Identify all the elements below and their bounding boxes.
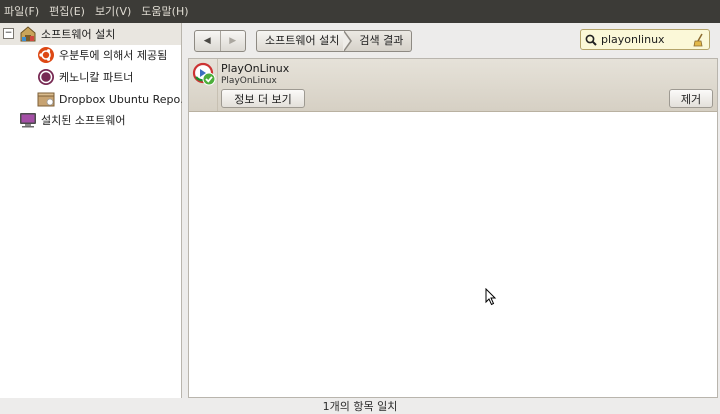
sidebar-item-dropbox-repo[interactable]: Dropbox Ubuntu Repo… <box>37 88 191 110</box>
status-text: 1개의 항목 일치 <box>322 399 398 413</box>
menu-view[interactable]: 보기(V) <box>90 0 136 23</box>
repository-box-icon <box>37 92 55 107</box>
sidebar-item-label: 소프트웨어 설치 <box>41 28 116 41</box>
clear-broom-icon[interactable] <box>693 33 705 47</box>
computer-icon <box>20 113 36 128</box>
app-name: PlayOnLinux <box>221 62 290 75</box>
status-bar: 1개의 항목 일치 <box>0 398 720 413</box>
search-value: playonlinux <box>601 33 665 46</box>
breadcrumb: 소프트웨어 설치 검색 결과 <box>256 30 413 52</box>
results-list: PlayOnLinux PlayOnLinux 정보 더 보기 제거 <box>188 58 718 398</box>
app-summary: PlayOnLinux <box>221 76 277 86</box>
sidebar-item-label: 케노니칼 파트너 <box>59 71 134 84</box>
sidebar-item-label: 설치된 소프트웨어 <box>41 114 126 127</box>
sidebar-item-ubuntu-provided[interactable]: 우분투에 의해서 제공됨 <box>37 44 167 66</box>
more-info-button[interactable]: 정보 더 보기 <box>221 89 305 108</box>
menubar: 파일(F) 편집(E) 보기(V) 도움말(H) <box>0 0 720 23</box>
menu-edit[interactable]: 편집(E) <box>44 0 90 23</box>
playonlinux-icon <box>192 62 216 86</box>
row-divider <box>217 59 218 111</box>
forward-button[interactable]: ▶ <box>221 31 246 51</box>
mouse-pointer-icon <box>485 288 497 306</box>
software-center-icon <box>20 26 36 42</box>
menu-file[interactable]: 파일(F) <box>0 0 44 23</box>
sidebar-item-canonical-partner[interactable]: 케노니칼 파트너 <box>37 66 133 88</box>
history-nav: ◀ ▶ <box>194 30 246 52</box>
search-icon <box>585 34 597 46</box>
remove-button[interactable]: 제거 <box>669 89 713 108</box>
sidebar-item-label: 우분투에 의해서 제공됨 <box>59 49 168 62</box>
breadcrumb-software-install[interactable]: 소프트웨어 설치 <box>256 30 346 52</box>
sidebar: − 소프트웨어 설치 우분투에 의해서 제공됨 케노니칼 파트너 Dropbox… <box>0 23 191 398</box>
search-input[interactable]: playonlinux <box>580 29 710 50</box>
breadcrumb-search-results[interactable]: 검색 결과 <box>343 30 413 52</box>
sidebar-item-get-software[interactable]: − 소프트웨어 설치 <box>0 23 181 45</box>
sidebar-item-installed-software[interactable]: 설치된 소프트웨어 <box>19 109 125 131</box>
ubuntu-icon <box>38 47 54 63</box>
list-item[interactable]: PlayOnLinux PlayOnLinux 정보 더 보기 제거 <box>189 59 717 112</box>
back-button[interactable]: ◀ <box>195 31 221 51</box>
sidebar-item-label: Dropbox Ubuntu Repo… <box>59 92 192 106</box>
collapse-expander-icon[interactable]: − <box>3 28 14 39</box>
canonical-partner-icon <box>38 69 54 85</box>
menu-help[interactable]: 도움말(H) <box>136 0 193 23</box>
